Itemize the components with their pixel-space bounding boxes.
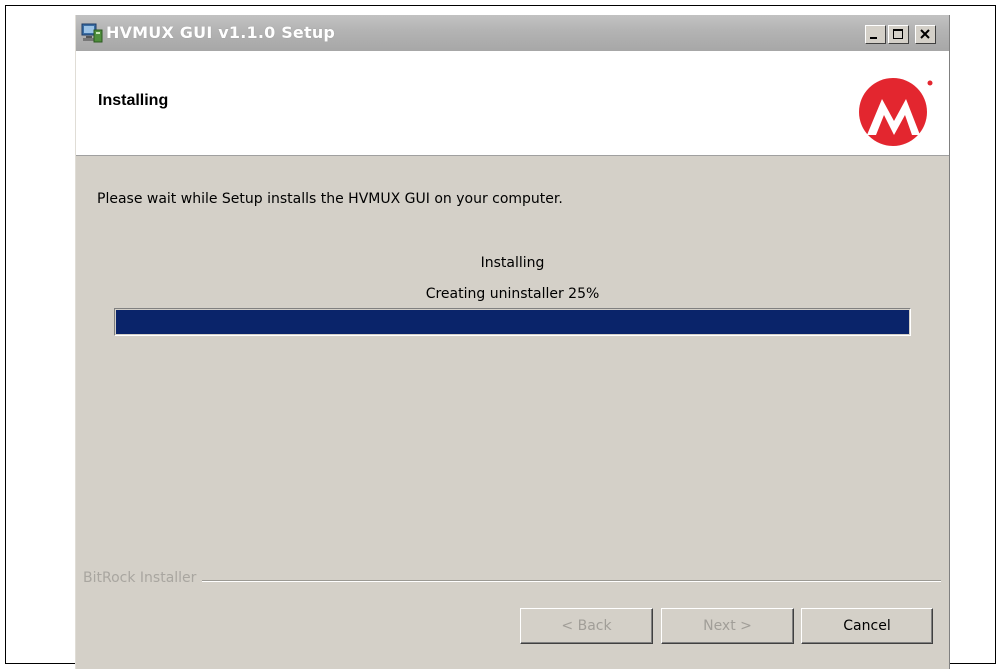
microchip-logo-icon [859, 78, 933, 146]
progress-bar [114, 308, 911, 336]
next-button[interactable]: Next > [661, 608, 794, 644]
installer-brand-label: BitRock Installer [83, 570, 203, 586]
progress-status: Creating uninstaller 25% [425, 286, 600, 302]
progress-fill [116, 310, 909, 334]
setup-window: HVMUX GUI v1.1.0 Setup Installing Please… [75, 15, 950, 669]
maximize-button[interactable] [888, 25, 909, 44]
minimize-button[interactable] [865, 25, 886, 44]
cancel-button[interactable]: Cancel [801, 608, 933, 644]
back-button[interactable]: < Back [520, 608, 653, 644]
progress-title: Installing [480, 255, 545, 271]
window-title: HVMUX GUI v1.1.0 Setup [106, 23, 336, 42]
close-icon [920, 29, 930, 39]
installer-computer-icon [81, 23, 103, 43]
maximize-icon [893, 29, 903, 39]
minimize-icon [870, 37, 877, 39]
page-title: Installing [98, 92, 169, 109]
install-message: Please wait while Setup installs the HVM… [97, 191, 563, 207]
title-bar[interactable]: HVMUX GUI v1.1.0 Setup [76, 15, 949, 51]
microchip-logo [848, 69, 938, 151]
footer-separator [84, 580, 941, 582]
wizard-header: Installing [76, 51, 949, 156]
close-button[interactable] [915, 25, 936, 44]
